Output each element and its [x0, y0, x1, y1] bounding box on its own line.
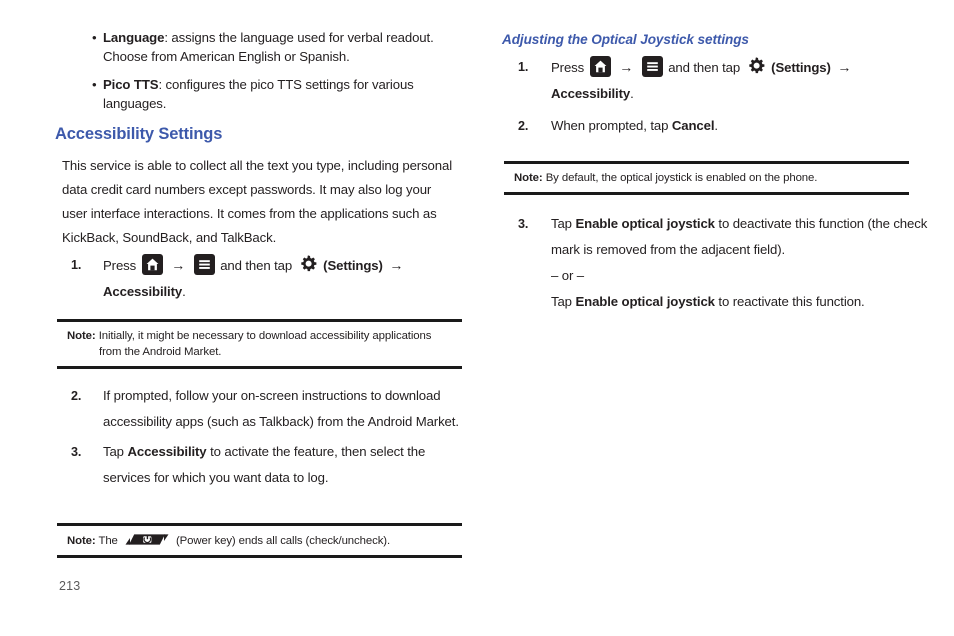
step-press-label: Press — [551, 60, 585, 75]
optical-joystick-steps: 1. Press → and then tap (Settings) → Acc… — [495, 54, 915, 139]
step-1: 1. Press → and then tap (Settings) → Acc… — [48, 252, 468, 305]
bullet-term: Language — [103, 30, 165, 45]
step-target-label: Accessibility — [551, 86, 631, 101]
note-text: Note: By default, the optical joystick i… — [504, 170, 909, 186]
note-text: Note: Initially, it might be necessary t… — [57, 328, 462, 360]
step-2: 2. If prompted, follow your on-screen in… — [48, 383, 473, 435]
step-number: 3. — [518, 217, 529, 231]
bullet-term: Pico TTS — [103, 77, 159, 92]
step-number: 2. — [71, 389, 82, 403]
home-icon[interactable] — [141, 254, 163, 275]
step-period: . — [630, 86, 634, 101]
note-label: Note: — [67, 535, 96, 547]
arrow-right-icon: → — [837, 59, 852, 75]
step-number: 1. — [518, 60, 529, 74]
left-column: • Language: assigns the language used fo… — [48, 0, 468, 572]
home-icon[interactable] — [589, 56, 611, 77]
note-box-joystick-default: Note: By default, the optical joystick i… — [504, 161, 909, 195]
step-target-label: Accessibility — [103, 284, 183, 299]
or-separator: – or – — [551, 268, 585, 283]
step-bold-term: Cancel — [671, 118, 715, 133]
arrow-right-icon: → — [389, 257, 404, 273]
step-settings-label: (Settings) — [771, 60, 831, 75]
step-text-before: Tap — [551, 216, 576, 231]
note-line-1: Initially, it might be necessary to down… — [98, 330, 432, 342]
step-bold-term: Enable optical joystick — [575, 216, 715, 231]
note-text-before-icon: The — [98, 535, 118, 547]
step-3: 3. Tap Enable optical joystick to deacti… — [495, 211, 931, 315]
note-line-1: By default, the optical joystick is enab… — [545, 172, 818, 184]
manual-page: • Language: assigns the language used fo… — [0, 0, 954, 636]
arrow-right-icon: → — [619, 59, 634, 75]
menu-icon[interactable] — [193, 254, 215, 275]
step-period: . — [182, 284, 186, 299]
note-line-2: from the Android Market. — [99, 346, 222, 358]
note-box-accessibility-download: Note: Initially, it might be necessary t… — [57, 319, 462, 369]
menu-icon[interactable] — [641, 56, 663, 77]
right-column: Adjusting the Optical Joystick settings … — [495, 32, 927, 319]
step-bold-term: Accessibility — [127, 444, 207, 459]
bullet-dot: • — [92, 77, 97, 92]
step-number: 3. — [71, 445, 82, 459]
note-box-power-key: Note: The (Power key) ends all calls (ch… — [57, 523, 462, 558]
accessibility-steps-continued: 2. If prompted, follow your on-screen in… — [48, 383, 468, 491]
feature-bullet-list: • Language: assigns the language used fo… — [48, 28, 468, 113]
optical-joystick-steps-continued: 3. Tap Enable optical joystick to deacti… — [495, 211, 927, 315]
gear-icon[interactable] — [298, 254, 318, 274]
step-text-before: Tap — [103, 444, 128, 459]
section-heading-optical-joystick: Adjusting the Optical Joystick settings — [502, 32, 749, 47]
step-press-label: Press — [103, 258, 137, 273]
bullet-dot: • — [92, 30, 97, 45]
step-text: If prompted, follow your on-screen instr… — [103, 388, 459, 429]
gear-icon[interactable] — [746, 56, 766, 76]
step-and-then-tap-label: and then tap — [668, 60, 741, 75]
step-text-after: . — [714, 118, 718, 133]
note-label: Note: — [514, 172, 543, 184]
step-settings-label: (Settings) — [323, 258, 383, 273]
step-bold-term: Enable optical joystick — [575, 294, 715, 309]
note-text-after-icon: (Power key) ends all calls (check/unchec… — [175, 535, 391, 547]
section-heading-accessibility-settings: Accessibility Settings — [55, 125, 223, 143]
step-1: 1. Press → and then tap (Settings) → Acc… — [495, 54, 915, 107]
list-item: • Language: assigns the language used fo… — [48, 28, 468, 66]
step-text-before: When prompted, tap — [551, 118, 672, 133]
step-number: 2. — [518, 119, 529, 133]
intro-paragraph: This service is able to collect all the … — [62, 158, 453, 245]
step-number: 1. — [71, 258, 82, 272]
step-text-before: Tap — [551, 294, 576, 309]
accessibility-steps: 1. Press → and then tap (Settings) → Acc… — [48, 252, 468, 305]
step-3: 3. Tap Accessibility to activate the fea… — [48, 439, 473, 491]
step-text-after: to reactivate this function. — [714, 294, 865, 309]
page-number: 213 — [59, 579, 81, 593]
step-and-then-tap-label: and then tap — [220, 258, 293, 273]
step-2: 2. When prompted, tap Cancel. — [495, 113, 915, 139]
power-key-icon — [125, 532, 169, 547]
step-3-alternative: Tap Enable optical joystick to reactivat… — [551, 289, 931, 315]
arrow-right-icon: → — [171, 257, 186, 273]
note-label: Note: — [67, 330, 96, 342]
note-text: Note: The (Power key) ends all calls (ch… — [57, 532, 462, 549]
list-item: • Pico TTS: configures the pico TTS sett… — [48, 75, 468, 113]
